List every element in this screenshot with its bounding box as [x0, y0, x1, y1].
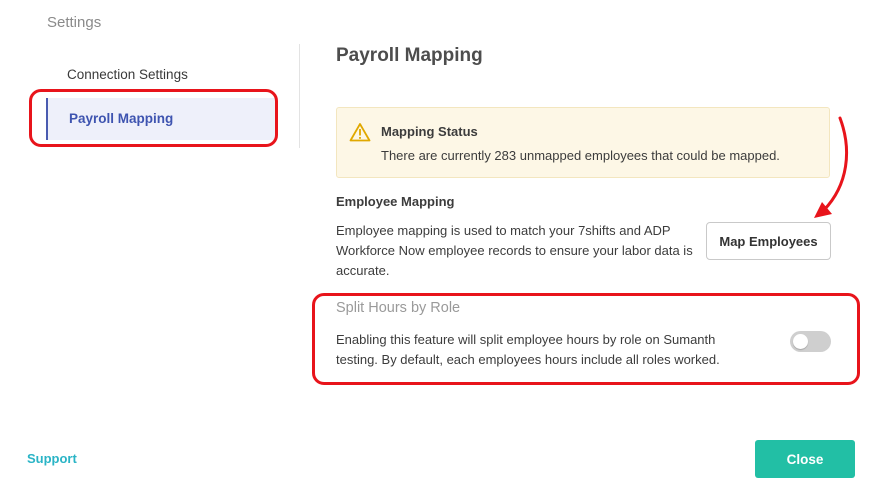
annotation-arrow-icon [814, 116, 849, 218]
sidebar-item-connection-settings[interactable]: Connection Settings [67, 67, 188, 82]
employee-mapping-title: Employee Mapping [336, 194, 455, 209]
annotation-highlight-nav [29, 89, 278, 147]
sidebar-divider [299, 44, 300, 148]
employee-mapping-description: Employee mapping is used to match your 7… [336, 223, 693, 278]
support-link[interactable]: Support [27, 451, 77, 466]
status-text: There are currently 283 unmapped employe… [381, 148, 780, 163]
mapping-status-alert: Mapping Status There are currently 283 u… [336, 107, 830, 178]
warning-icon [349, 123, 371, 142]
settings-title: Settings [47, 14, 102, 31]
page-title: Payroll Mapping [336, 45, 483, 66]
status-title: Mapping Status [381, 124, 478, 139]
close-button[interactable]: Close [755, 440, 855, 478]
annotation-highlight-split-hours [312, 293, 860, 385]
